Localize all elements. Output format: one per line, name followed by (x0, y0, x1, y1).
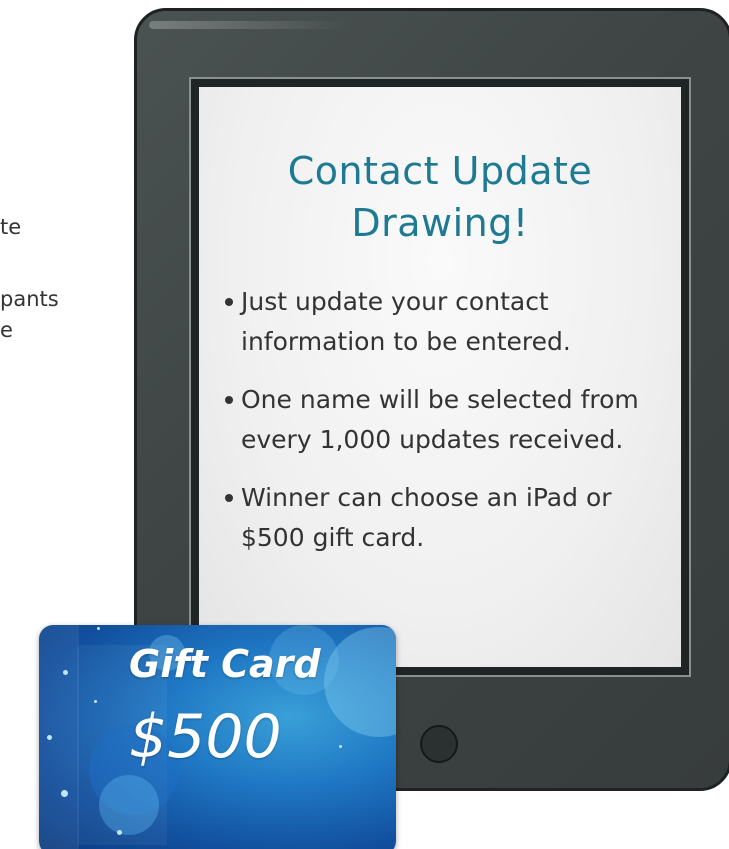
sparkle-icon (94, 700, 97, 703)
title-line: Drawing! (351, 201, 529, 245)
gift-card-illustration: Gift Card $500 (39, 625, 396, 849)
rule-item: Winner can choose an iPad or $500 gift c… (225, 478, 665, 558)
cropped-text-fragment: e (0, 318, 13, 342)
promo-graphic: te pants e Contact Update Drawing! Just … (0, 0, 729, 849)
rule-text: Just update your contact information to … (241, 287, 571, 356)
rule-text: Winner can choose an iPad or $500 gift c… (241, 483, 612, 552)
gift-card-amount: $500 (129, 702, 282, 772)
drawing-title: Contact Update Drawing! (199, 145, 681, 249)
cropped-text-fragment: te (0, 215, 22, 239)
tablet-shine (149, 21, 349, 29)
sparkle-icon (47, 735, 52, 740)
cropped-text-fragment: pants (0, 287, 59, 311)
rule-item: Just update your contact information to … (225, 282, 665, 362)
rule-item: One name will be selected from every 1,0… (225, 380, 665, 460)
sparkle-icon (61, 790, 68, 797)
bullet-icon (225, 494, 233, 502)
rule-text: One name will be selected from every 1,0… (241, 385, 639, 454)
bullet-icon (225, 298, 233, 306)
sparkle-icon (117, 830, 122, 835)
bubble-decoration (99, 775, 159, 835)
sparkle-icon (63, 670, 68, 675)
rules-list: Just update your contact information to … (225, 282, 665, 576)
sparkle-icon (339, 745, 342, 748)
home-button-icon (420, 725, 458, 763)
tablet-screen-frame: Contact Update Drawing! Just update your… (189, 77, 691, 677)
bullet-icon (225, 396, 233, 404)
sparkle-icon (97, 627, 100, 630)
card-decoration (39, 625, 79, 849)
title-line: Contact Update (287, 149, 593, 193)
gift-card-title: Gift Card (129, 642, 321, 686)
tablet-screen: Contact Update Drawing! Just update your… (199, 87, 681, 667)
